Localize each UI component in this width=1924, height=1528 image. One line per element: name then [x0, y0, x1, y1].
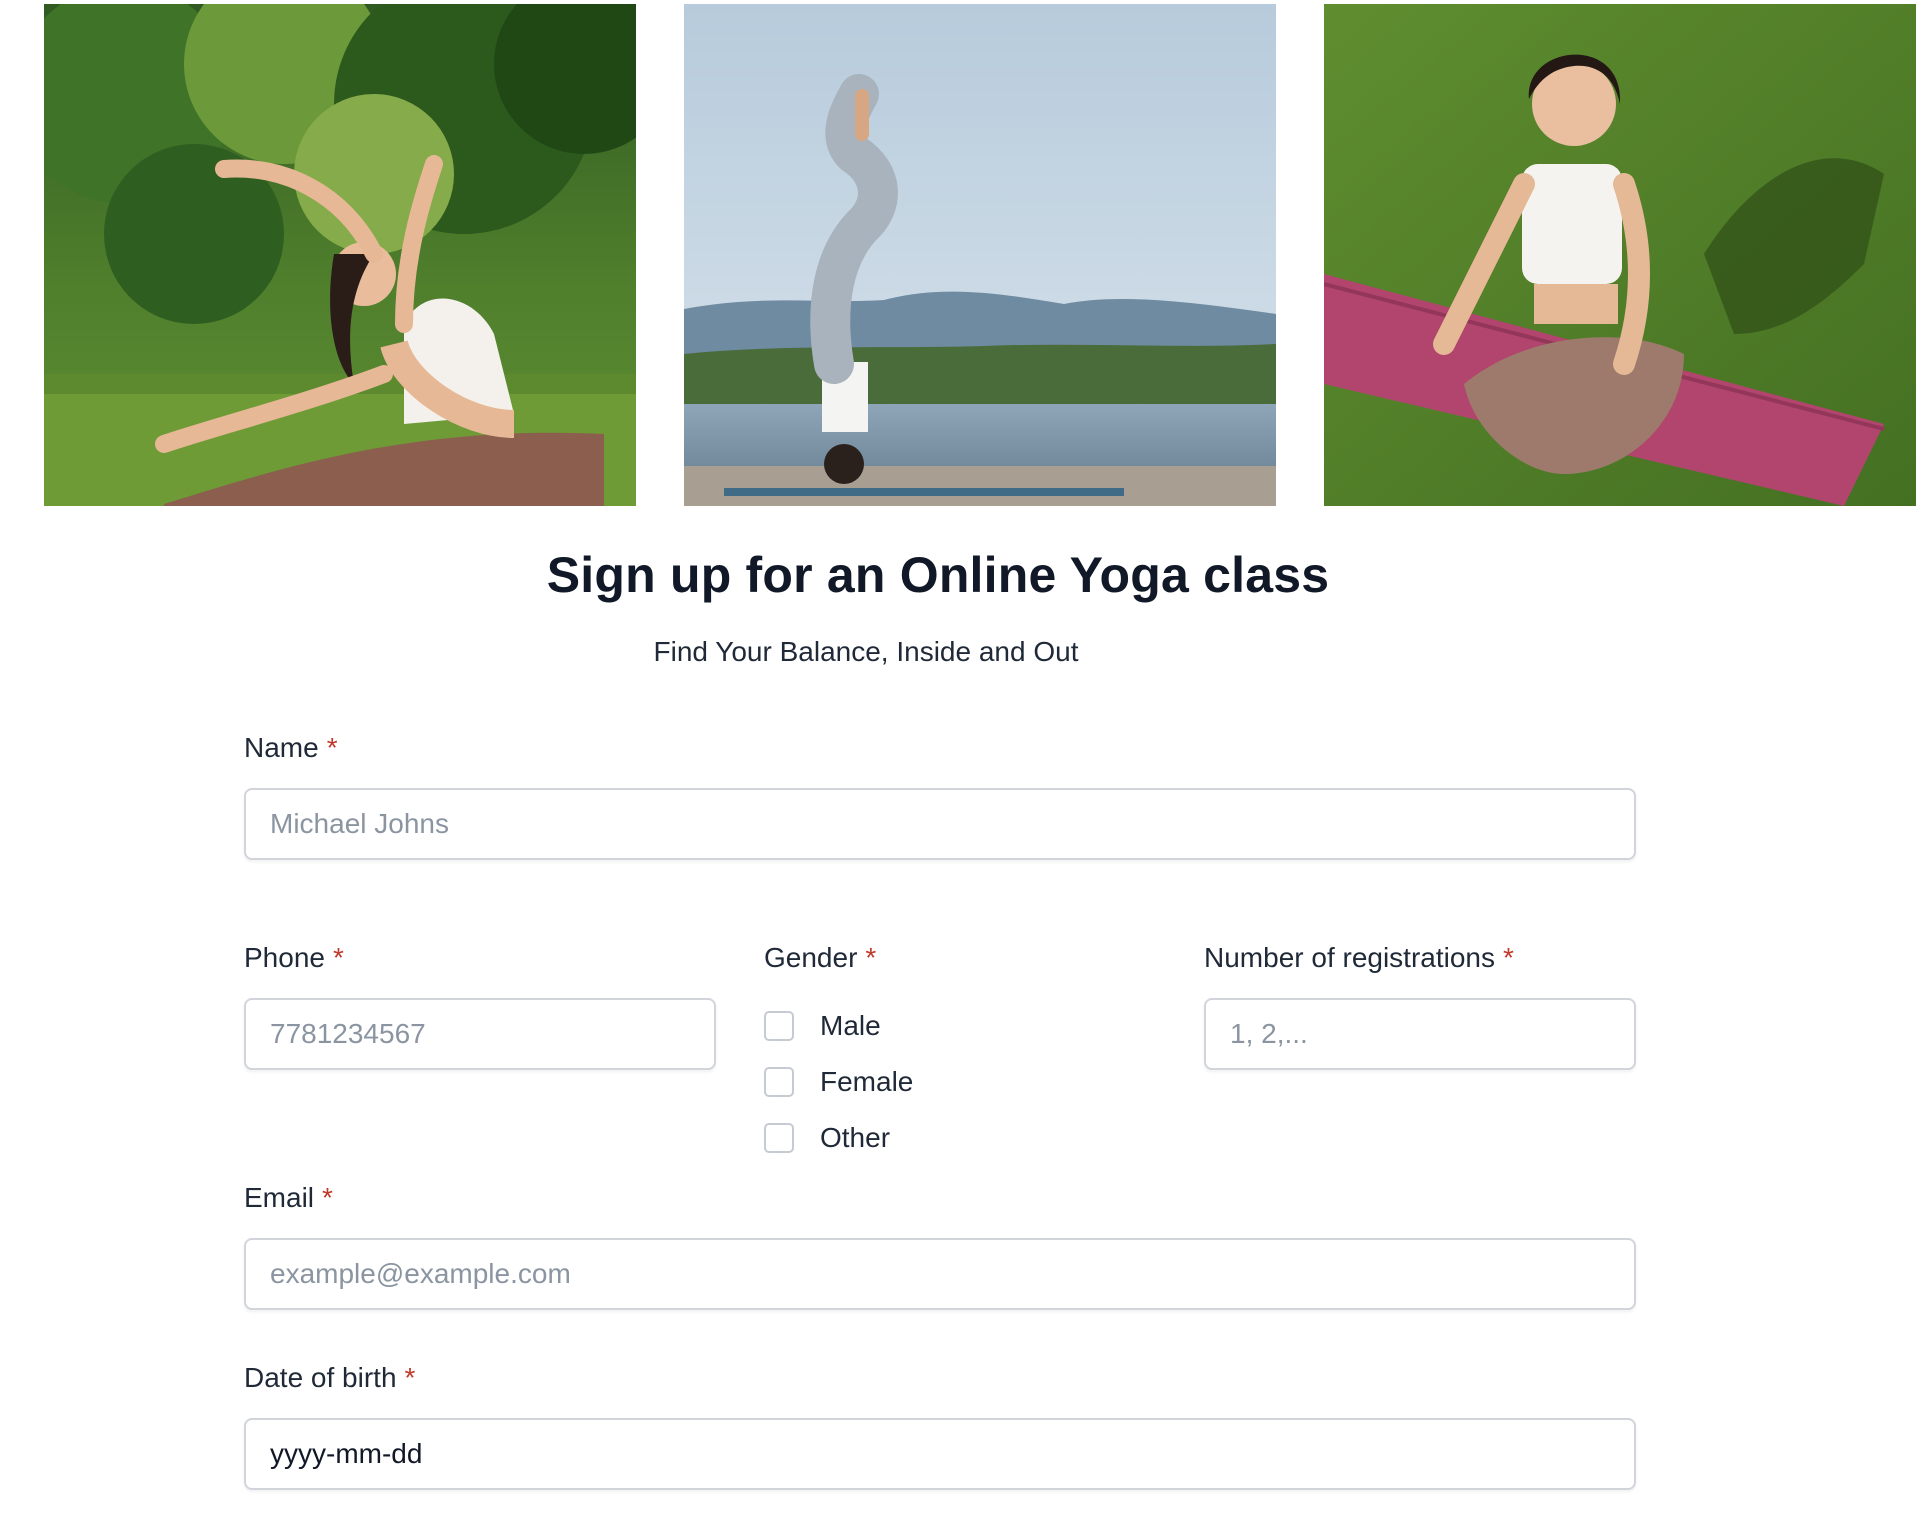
dob-label: Date of birth * — [244, 1360, 415, 1396]
registrations-input[interactable] — [1204, 998, 1636, 1070]
yoga-lotus-meditation-photo — [1324, 4, 1916, 506]
page-subtitle: Find Your Balance, Inside and Out — [653, 636, 1079, 667]
other-checkbox[interactable] — [764, 1123, 794, 1153]
gender-option-male[interactable]: Male — [764, 1008, 881, 1044]
registrations-label: Number of registrations * — [1204, 940, 1514, 976]
email-label: Email * — [244, 1180, 333, 1216]
male-option-label[interactable]: Male — [820, 1010, 881, 1042]
required-asterisk: * — [865, 942, 877, 973]
other-option-label[interactable]: Other — [820, 1122, 890, 1154]
required-asterisk: * — [404, 1362, 416, 1393]
hero-photo-strip — [44, 4, 1916, 506]
name-label: Name * — [244, 730, 338, 766]
gender-label-text: Gender — [764, 942, 858, 973]
female-option-label[interactable]: Female — [820, 1066, 913, 1098]
required-asterisk: * — [1503, 942, 1514, 973]
yoga-side-stretch-photo — [44, 4, 636, 506]
female-checkbox[interactable] — [764, 1067, 794, 1097]
phone-label-text: Phone — [244, 942, 325, 973]
required-asterisk: * — [332, 942, 344, 973]
name-input[interactable] — [244, 788, 1636, 860]
registrations-label-text: Number of registrations — [1204, 942, 1496, 973]
required-asterisk: * — [326, 732, 338, 763]
email-input[interactable] — [244, 1238, 1636, 1310]
phone-input[interactable] — [244, 998, 716, 1070]
gender-option-other[interactable]: Other — [764, 1120, 890, 1156]
dob-label-text: Date of birth — [244, 1362, 397, 1393]
gender-option-female[interactable]: Female — [764, 1064, 913, 1100]
phone-label: Phone * — [244, 940, 344, 976]
yoga-headstand-lake-photo — [684, 4, 1276, 506]
name-label-text: Name — [244, 732, 319, 763]
dob-input[interactable] — [244, 1418, 1636, 1490]
gender-label: Gender * — [764, 940, 876, 976]
page-title: Sign up for an Online Yoga class — [546, 547, 1330, 603]
required-asterisk: * — [322, 1182, 333, 1213]
male-checkbox[interactable] — [764, 1011, 794, 1041]
email-label-text: Email — [244, 1182, 315, 1213]
